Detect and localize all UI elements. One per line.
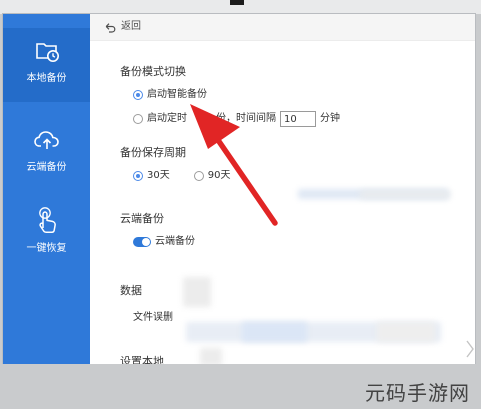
- data-section-item: 文件误删: [133, 311, 173, 325]
- smart-backup-label: 启动智能备份: [147, 89, 207, 100]
- watermark-text: 元码手游网: [365, 381, 470, 405]
- blur-mask: [377, 322, 435, 342]
- interval-unit: 分钟: [320, 113, 340, 124]
- cloud-backup-toggle-label: 云端备份: [155, 236, 195, 247]
- sidebar: 本地备份 云端备份 一键恢复: [3, 14, 90, 364]
- cloud-backup-title: 云端备份: [120, 212, 164, 225]
- retention-90-radio[interactable]: [193, 171, 204, 181]
- retention-options: 30天 90天: [133, 169, 230, 183]
- cloud-upload-icon: [34, 131, 59, 149]
- data-section-title: 数据: [120, 284, 142, 297]
- timed-backup-label-suffix: 份，时间间隔: [216, 113, 276, 124]
- app-window: 本地备份 云端备份 一键恢复 返回 备份模式切换 启动智能备份 启动定时 份，时…: [3, 14, 475, 364]
- hand-touch-icon: [39, 207, 56, 233]
- settings-section-title: 设置本地: [120, 355, 164, 364]
- topbar: 返回: [90, 14, 475, 41]
- timed-backup-row[interactable]: 启动定时 份，时间间隔 分钟: [133, 111, 340, 127]
- retention-30-label: 30天: [147, 170, 170, 181]
- back-button[interactable]: 返回: [104, 20, 141, 34]
- timed-backup-label-prefix: 启动定时: [147, 113, 187, 124]
- sidebar-item-local-backup[interactable]: 本地备份: [3, 28, 90, 102]
- main-content: 备份模式切换 启动智能备份 启动定时 份，时间间隔 分钟 备份保存周期 30天 …: [90, 41, 475, 364]
- sidebar-item-label: 本地备份: [26, 73, 67, 84]
- sidebar-item-restore[interactable]: 一键恢复: [3, 198, 90, 272]
- local-backup-folder-clock-icon: [36, 43, 59, 62]
- blur-mask: [360, 190, 450, 199]
- smart-backup-row[interactable]: 启动智能备份: [133, 88, 207, 102]
- sidebar-item-label: 云端备份: [26, 162, 67, 173]
- sidebar-item-label: 一键恢复: [26, 243, 67, 254]
- cloud-backup-toggle[interactable]: [133, 237, 151, 247]
- scroll-right-icon[interactable]: [465, 338, 475, 360]
- bottom-area: 元码手游网: [0, 364, 481, 409]
- cloud-backup-row[interactable]: 云端备份: [133, 235, 195, 249]
- blur-mask: [242, 322, 307, 342]
- smart-backup-radio[interactable]: [133, 90, 143, 100]
- interval-input[interactable]: [280, 111, 316, 127]
- top-strip-mark: [230, 0, 244, 5]
- retention-90-label: 90天: [207, 170, 231, 181]
- timed-backup-radio[interactable]: [133, 114, 143, 124]
- back-arrow-icon: [105, 23, 116, 33]
- top-strip: [0, 0, 481, 14]
- back-label: 返回: [121, 21, 141, 32]
- blur-mask: [183, 277, 211, 307]
- retention-30-radio[interactable]: [133, 171, 143, 181]
- data-section-item-label: 文件误删: [133, 312, 173, 323]
- sidebar-item-cloud-backup[interactable]: 云端备份: [3, 117, 90, 191]
- backup-mode-title: 备份模式切换: [120, 65, 186, 78]
- retention-title: 备份保存周期: [120, 146, 186, 159]
- blur-mask: [200, 348, 222, 364]
